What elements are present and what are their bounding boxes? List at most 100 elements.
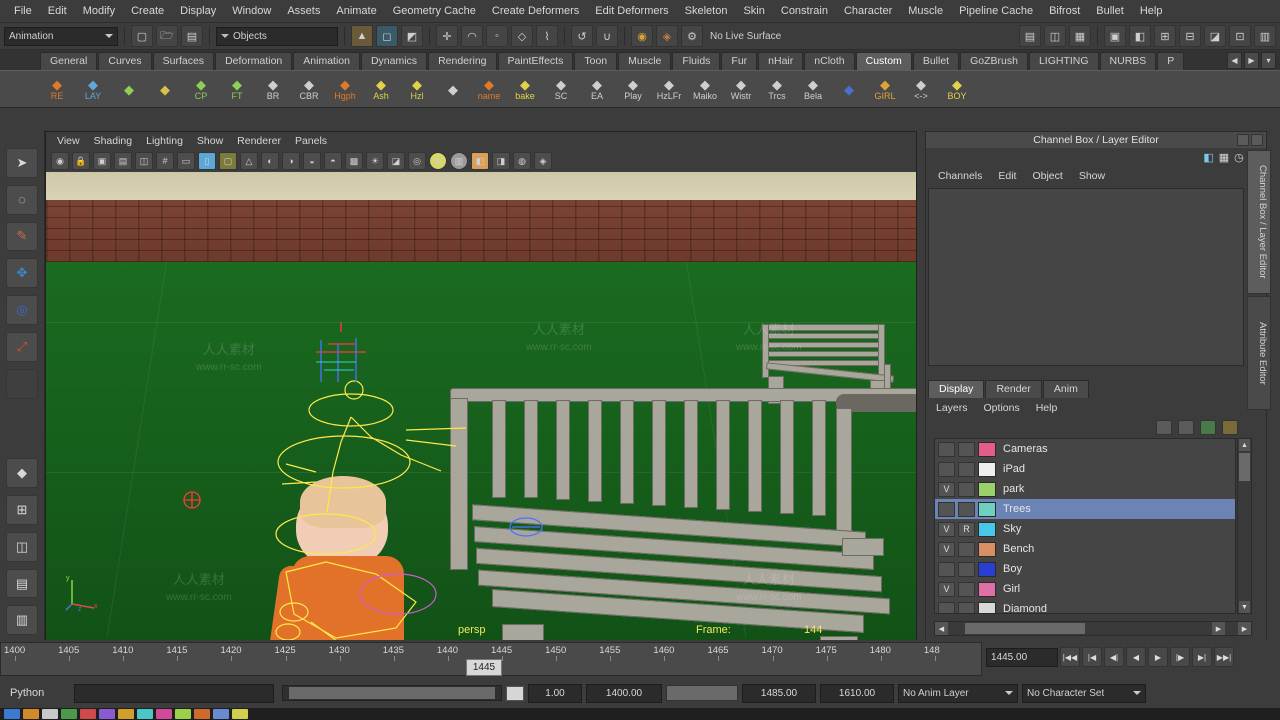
layer-options-icon[interactable] [1222, 419, 1238, 435]
viewport-menu-shading[interactable]: Shading [87, 135, 140, 147]
channel-menu-channels[interactable]: Channels [930, 170, 990, 182]
menu-item-skin[interactable]: Skin [735, 2, 772, 20]
layer-playback-toggle[interactable] [958, 461, 975, 477]
layer-color-swatch[interactable] [978, 501, 996, 517]
app5-icon[interactable] [99, 709, 115, 719]
shelf-button-icon-11[interactable]: ◆ [436, 73, 470, 105]
shelf-button-name[interactable]: ◆ name [472, 73, 506, 105]
shelf-tab-surfaces[interactable]: Surfaces [152, 52, 215, 70]
shelf-tab-nurbs[interactable]: NURBS [1099, 52, 1157, 70]
attribute-editor-icon[interactable]: ▦ [1069, 25, 1091, 47]
menu-item-bifrost[interactable]: Bifrost [1041, 2, 1088, 20]
menu-item-muscle[interactable]: Muscle [900, 2, 951, 20]
two-pane-icon[interactable]: ◫ [135, 152, 153, 170]
layer-visibility-toggle[interactable]: V [938, 541, 955, 557]
channel-menu-show[interactable]: Show [1071, 170, 1113, 182]
isolate-select-icon[interactable]: ◧ [471, 152, 489, 170]
shelf-tab-muscle[interactable]: Muscle [618, 52, 672, 70]
layer-color-swatch[interactable] [978, 441, 996, 457]
layer-visibility-toggle[interactable]: V [938, 521, 955, 537]
layer-tab-render[interactable]: Render [985, 380, 1042, 398]
move-tool-icon[interactable]: ✥ [6, 258, 38, 289]
character-set-dropdown[interactable]: No Character Set [1022, 683, 1146, 703]
viewport-menu-view[interactable]: View [50, 135, 87, 147]
shelf-button-re[interactable]: ◆ RE [40, 73, 74, 105]
viewport-menu-panels[interactable]: Panels [288, 135, 334, 147]
layer-scroll-up-icon[interactable]: ▲ [1239, 439, 1250, 451]
shelf-button-lay[interactable]: ◆ LAY [76, 73, 110, 105]
layer-menu-layers[interactable]: Layers [928, 402, 976, 414]
selection-mask-dropdown[interactable]: Objects [216, 26, 338, 46]
viewport-menu-show[interactable]: Show [190, 135, 230, 147]
shelf-button-ft[interactable]: ◆ FT [220, 73, 254, 105]
app10-icon[interactable] [194, 709, 210, 719]
current-time-indicator[interactable]: 1445 [466, 659, 502, 676]
channel-box-list[interactable] [928, 188, 1244, 366]
shelf-button-ash[interactable]: ◆ Ash [364, 73, 398, 105]
layer-visibility-toggle[interactable] [938, 601, 955, 613]
shelf-tab-nhair[interactable]: nHair [758, 52, 804, 70]
menu-item-pipeline-cache[interactable]: Pipeline Cache [951, 2, 1041, 20]
shelf-tab-rendering[interactable]: Rendering [428, 52, 497, 70]
menu-item-skeleton[interactable]: Skeleton [677, 2, 736, 20]
time-slider-track[interactable]: 1400 1405 1410 1415 1420 1425 1430 1435 1440 1445… [0, 642, 982, 676]
save-scene-icon[interactable]: ▤ [181, 25, 203, 47]
layer-row-diamond[interactable]: Diamond [935, 599, 1235, 613]
layout-four-icon[interactable]: ⊞ [1154, 25, 1176, 47]
rotate-tool-icon[interactable]: ◎ [6, 295, 38, 325]
select-by-object-icon[interactable]: ◻ [376, 25, 398, 47]
new-scene-icon[interactable]: ▢ [131, 25, 153, 47]
snap-grid-icon[interactable]: ✛ [436, 25, 458, 47]
go-to-start-icon[interactable]: |◀◀ [1060, 647, 1080, 667]
new-layer-from-selected-icon[interactable] [1178, 419, 1194, 435]
menu-item-modify[interactable]: Modify [75, 2, 123, 20]
shelf-button-icon-22[interactable]: ◆ [832, 73, 866, 105]
layer-scroll-thumb[interactable] [1239, 453, 1250, 481]
menu-item-window[interactable]: Window [224, 2, 279, 20]
layer-visibility-toggle[interactable] [938, 561, 955, 577]
layer-playback-toggle[interactable] [958, 441, 975, 457]
channel-menu-object[interactable]: Object [1024, 170, 1070, 182]
range-end-handle[interactable] [506, 685, 524, 701]
shelf-button-br[interactable]: ◆ BR [256, 73, 290, 105]
layer-hscroll-right-icon[interactable]: ▶ [1212, 622, 1225, 635]
shadow-toggle-icon[interactable]: ◪ [387, 152, 405, 170]
step-forward-frame-icon[interactable]: |▶ [1170, 647, 1190, 667]
panel-close-icon[interactable] [1251, 134, 1263, 146]
shelf-tab-toon[interactable]: Toon [574, 52, 618, 70]
layer-list-vscrollbar[interactable]: ▲ ▼ [1237, 438, 1252, 614]
menu-item-edit[interactable]: Edit [40, 2, 75, 20]
app2-icon[interactable] [42, 709, 58, 719]
shelf-button-cp[interactable]: ◆ CP [184, 73, 218, 105]
shelf-button-hzl[interactable]: ◆ Hzl [400, 73, 434, 105]
layout-uv-icon[interactable]: ⊡ [1229, 25, 1251, 47]
shelf-button-cbr[interactable]: ◆ CBR [292, 73, 326, 105]
lasso-select-icon[interactable]: ◌ [6, 184, 38, 215]
playback-step-field[interactable]: 1.00 [528, 683, 582, 703]
shelf-button-trcs[interactable]: ◆ Trcs [760, 73, 794, 105]
layout-graph-icon[interactable]: ⊟ [1179, 25, 1201, 47]
lock-camera-icon[interactable]: 🔒 [72, 152, 90, 170]
app1-icon[interactable] [23, 709, 39, 719]
shelf-menu-icon[interactable]: ▾ [1261, 52, 1276, 69]
shelf-button-hgph[interactable]: ◆ Hgph [328, 73, 362, 105]
menu-item-constrain[interactable]: Constrain [773, 2, 836, 20]
smooth-shade-all-icon[interactable]: ◑ [282, 152, 300, 170]
snap-curve-icon[interactable]: ◠ [461, 25, 483, 47]
motion-blur-icon[interactable]: ≋ [429, 152, 447, 170]
open-scene-icon[interactable]: 🗁 [156, 25, 178, 47]
layer-playback-toggle[interactable] [958, 481, 975, 497]
shelf-button-girl[interactable]: ◆ GIRL [868, 73, 902, 105]
layer-visibility-toggle[interactable] [938, 461, 955, 477]
layer-playback-toggle[interactable] [958, 601, 975, 613]
shelf-button-icon-2[interactable]: ◆ [112, 73, 146, 105]
layer-row-park[interactable]: Vpark [935, 479, 1235, 499]
wireframe-on-shaded-icon[interactable]: ◓ [324, 152, 342, 170]
layer-row-sky[interactable]: V R Sky [935, 519, 1235, 539]
viewport-menu-lighting[interactable]: Lighting [139, 135, 190, 147]
layer-color-swatch[interactable] [978, 461, 996, 477]
layer-row-bench[interactable]: V Bench [935, 539, 1235, 559]
new-layer-icon[interactable] [1156, 419, 1172, 435]
layer-hscroll-thumb[interactable] [965, 623, 1085, 634]
perspective-viewport[interactable]: View Shading Lighting Show Renderer Pane… [45, 131, 917, 641]
